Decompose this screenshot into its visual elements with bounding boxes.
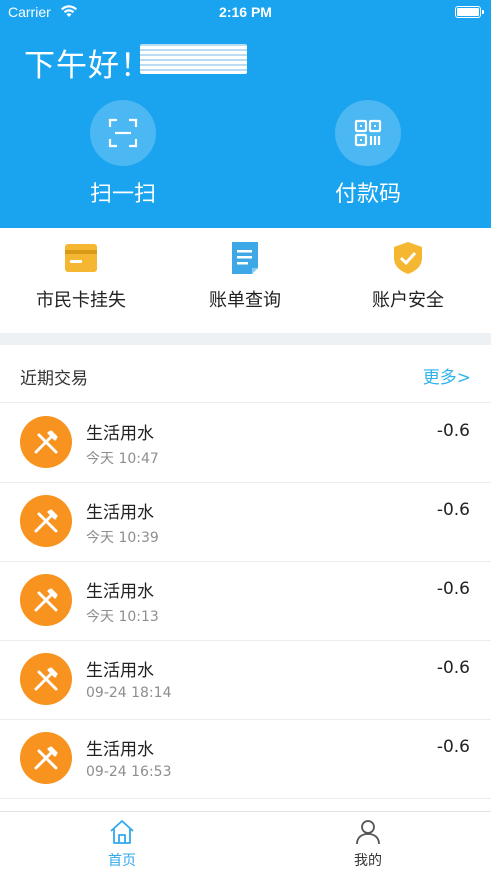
home-icon — [110, 820, 134, 844]
qr-code-icon — [354, 119, 382, 147]
utensils-icon — [34, 588, 58, 612]
scan-label: 扫一扫 — [89, 182, 156, 207]
transaction-amount: -0.6 — [436, 658, 470, 678]
transaction-time: 今天 10:39 — [86, 530, 159, 546]
greeting-text: 下午好！ — [24, 48, 152, 84]
card-icon — [65, 244, 97, 272]
transaction-avatar — [20, 732, 72, 784]
transaction-amount: -0.6 — [436, 737, 470, 757]
qr-icon-circle — [335, 100, 401, 166]
scan-icon-circle — [90, 100, 156, 166]
account-security-label: 账户安全 — [372, 290, 444, 311]
document-icon — [232, 242, 258, 274]
tab-me-label: 我的 — [354, 853, 382, 869]
recent-transactions-header: 近期交易 更多> — [0, 345, 491, 403]
utensils-icon — [34, 667, 58, 691]
quick-actions: 市民卡挂失 账单查询 账户安全 — [0, 228, 491, 333]
recent-transactions-title: 近期交易 — [20, 369, 88, 389]
account-security-button[interactable]: 账户安全 — [333, 240, 483, 312]
pay-code-label: 付款码 — [334, 182, 401, 207]
person-icon — [356, 820, 380, 845]
transaction-avatar — [20, 416, 72, 468]
status-bar: Carrier 2:16 PM — [0, 0, 491, 26]
transaction-time: 09-24 16:53 — [86, 764, 172, 780]
transaction-avatar — [20, 653, 72, 705]
transaction-time: 今天 10:47 — [86, 451, 159, 467]
transaction-row[interactable]: 生活用水 今天 10:13 -0.6 — [0, 562, 491, 641]
transaction-time: 今天 10:13 — [86, 609, 159, 625]
utensils-icon — [34, 430, 58, 454]
transaction-row[interactable]: 生活用水 今天 10:47 -0.6 — [0, 404, 491, 483]
transaction-row[interactable]: 生活用水 09-24 18:14 -0.6 — [0, 641, 491, 720]
redacted-username — [140, 44, 247, 74]
transaction-time: 09-24 18:14 — [86, 685, 172, 701]
pay-code-button[interactable]: 付款码 — [303, 100, 433, 210]
tab-home[interactable]: 首页 — [62, 818, 182, 870]
transaction-row[interactable]: 生活用水 今天 10:39 -0.6 — [0, 483, 491, 562]
transaction-amount: -0.6 — [436, 421, 470, 441]
utensils-icon — [34, 509, 58, 533]
section-divider — [0, 333, 491, 345]
tab-home-label: 首页 — [108, 853, 136, 869]
bill-query-label: 账单查询 — [209, 290, 281, 311]
transaction-amount: -0.6 — [436, 579, 470, 599]
card-loss-button[interactable]: 市民卡挂失 — [6, 240, 156, 312]
card-loss-label: 市民卡挂失 — [36, 290, 126, 311]
transaction-amount: -0.6 — [436, 500, 470, 520]
more-link[interactable]: 更多> — [423, 363, 471, 388]
header: Carrier 2:16 PM 下午好！ 扫一扫 付款码 — [0, 0, 491, 228]
utensils-icon — [34, 746, 58, 770]
transaction-name: 生活用水 — [86, 424, 154, 444]
tab-bar: 首页 我的 — [0, 811, 491, 877]
transaction-name: 生活用水 — [86, 582, 154, 602]
battery-icon — [455, 6, 484, 18]
transaction-name: 生活用水 — [86, 661, 154, 681]
transaction-name: 生活用水 — [86, 740, 154, 760]
transaction-row[interactable]: 生活用水 09-24 16:53 -0.6 — [0, 720, 491, 799]
transaction-avatar — [20, 574, 72, 626]
bill-query-button[interactable]: 账单查询 — [170, 240, 320, 312]
scan-icon — [108, 118, 138, 148]
transaction-avatar — [20, 495, 72, 547]
shield-check-icon — [394, 242, 422, 274]
transaction-name: 生活用水 — [86, 503, 154, 523]
scan-button[interactable]: 扫一扫 — [58, 100, 188, 210]
tab-me[interactable]: 我的 — [308, 818, 428, 870]
status-time: 2:16 PM — [219, 4, 272, 20]
